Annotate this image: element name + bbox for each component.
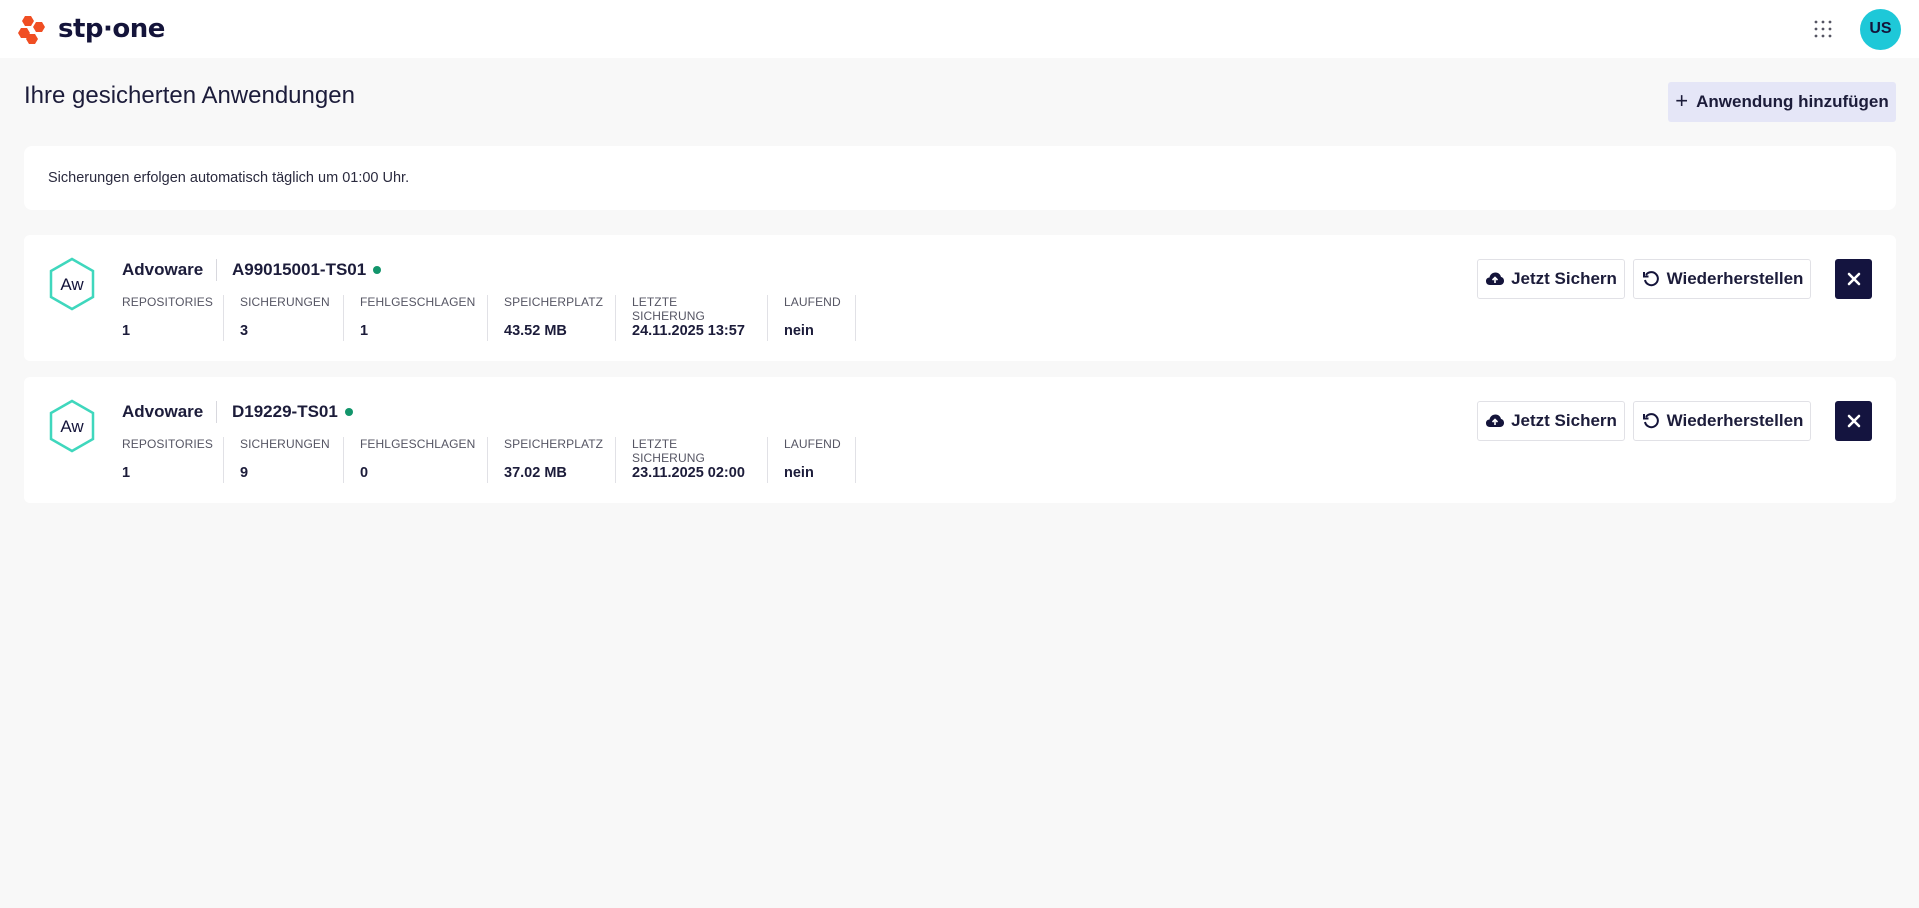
stat-backups: SICHERUNGEN 3 (240, 295, 344, 341)
backup-now-button[interactable]: Jetzt Sichern (1477, 401, 1625, 441)
backup-schedule-text: Sicherungen erfolgen automatisch täglich… (48, 170, 410, 186)
add-application-label: Anwendung hinzufügen (1696, 92, 1889, 111)
application-hexagon-icon: Aw (49, 399, 95, 453)
host-name: A99015001-TS01 (232, 260, 382, 280)
stat-repositories: REPOSITORIES 1 (122, 295, 224, 341)
restore-label: Wiederherstellen (1666, 411, 1804, 430)
host-name-text: D19229-TS01 (232, 402, 338, 421)
backup-schedule-info: Sicherungen erfolgen automatisch täglich… (24, 146, 1896, 210)
name-divider (216, 259, 217, 281)
host-name-text: A99015001-TS01 (232, 260, 367, 279)
backup-now-label: Jetzt Sichern (1511, 411, 1617, 430)
name-divider (216, 401, 217, 423)
application-icon-text: Aw (60, 275, 84, 294)
brand-logo[interactable]: stp·one (16, 12, 165, 46)
restore-button[interactable]: Wiederherstellen (1633, 259, 1811, 299)
stat-backups: SICHERUNGEN 9 (240, 437, 344, 483)
restore-icon (1641, 269, 1661, 289)
top-right-actions: US (1806, 8, 1901, 50)
close-icon (1847, 414, 1860, 428)
top-bar: stp·one US (0, 0, 1919, 58)
stat-storage: SPEICHERPLATZ 43.52 MB (504, 295, 616, 341)
restore-icon (1641, 411, 1661, 431)
page-title: Ihre gesicherten Anwendungen (24, 82, 355, 109)
stat-failed: FEHLGESCHLAGEN 0 (360, 437, 488, 483)
application-name: Advoware (122, 260, 204, 279)
host-name: D19229-TS01 (232, 402, 353, 422)
application-card: Aw Advoware A99015001-TS01 REPOSITORIES … (24, 235, 1896, 361)
stat-running: LAUFEND nein (784, 295, 856, 341)
stat-last-backup: LETZTE SICHERUNG 24.11.2025 13:57 (632, 295, 768, 341)
application-hexagon-icon: Aw (49, 257, 95, 311)
cloud-upload-icon (1485, 411, 1505, 431)
application-card: Aw Advoware D19229-TS01 REPOSITORIES 1 S… (24, 377, 1896, 503)
add-application-button[interactable]: + Anwendung hinzufügen (1668, 82, 1896, 122)
stat-last-backup: LETZTE SICHERUNG 23.11.2025 02:00 (632, 437, 768, 483)
application-name: Advoware (122, 402, 204, 421)
backup-now-label: Jetzt Sichern (1511, 269, 1617, 288)
application-stats: REPOSITORIES 1 SICHERUNGEN 9 FEHLGESCHLA… (122, 437, 872, 483)
backup-now-button[interactable]: Jetzt Sichern (1477, 259, 1625, 299)
apps-grid-icon[interactable] (1806, 12, 1840, 46)
stat-storage: SPEICHERPLATZ 37.02 MB (504, 437, 616, 483)
plus-icon: + (1675, 88, 1689, 113)
stp-one-logo-icon (18, 16, 45, 44)
status-online-indicator (373, 266, 382, 274)
close-icon (1847, 272, 1860, 286)
stat-failed: FEHLGESCHLAGEN 1 (360, 295, 488, 341)
restore-button[interactable]: Wiederherstellen (1633, 401, 1811, 441)
cloud-upload-icon (1485, 269, 1505, 289)
restore-label: Wiederherstellen (1666, 269, 1804, 288)
user-avatar[interactable]: US (1860, 8, 1901, 50)
status-online-indicator (344, 408, 353, 416)
application-stats: REPOSITORIES 1 SICHERUNGEN 3 FEHLGESCHLA… (122, 295, 872, 341)
remove-application-button[interactable] (1835, 259, 1872, 299)
brand-text: stp·one (58, 14, 165, 44)
stat-running: LAUFEND nein (784, 437, 856, 483)
application-icon-text: Aw (60, 417, 84, 436)
remove-application-button[interactable] (1835, 401, 1872, 441)
stat-repositories: REPOSITORIES 1 (122, 437, 224, 483)
